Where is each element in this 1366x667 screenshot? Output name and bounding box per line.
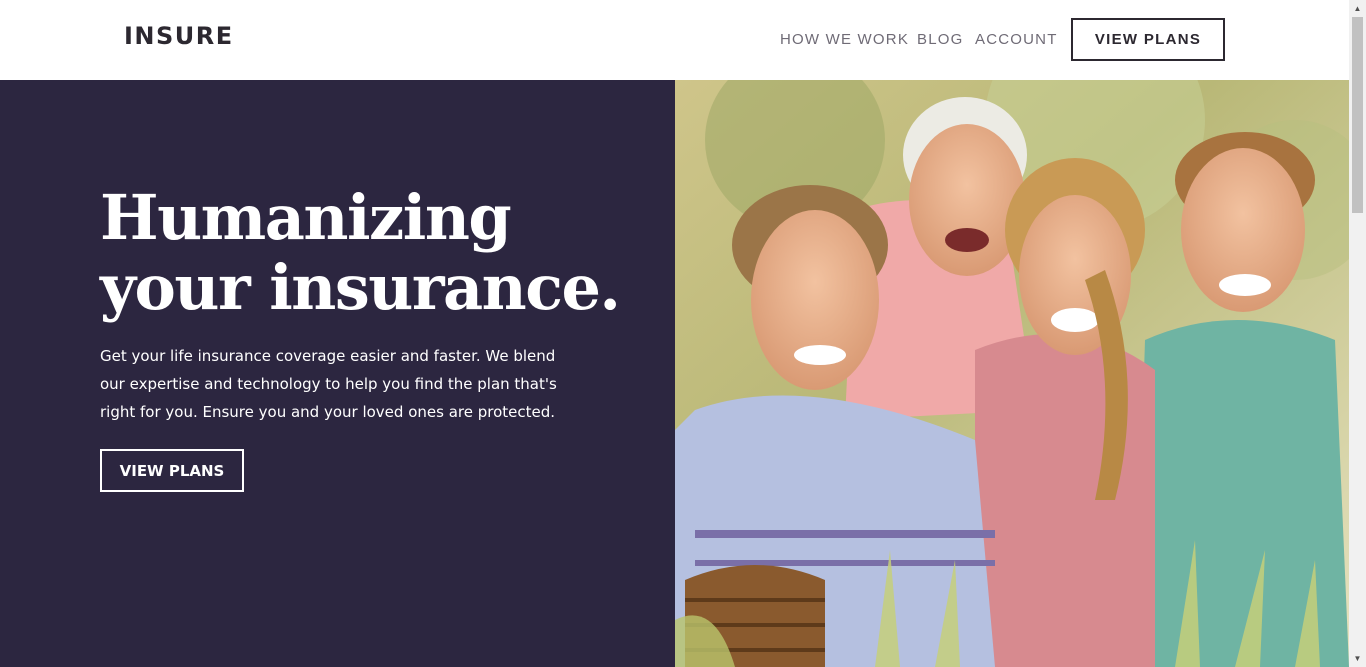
nav-account[interactable]: ACCOUNT	[975, 31, 1058, 48]
scroll-up-icon[interactable]: ▲	[1349, 0, 1366, 17]
scrollbar[interactable]: ▲ ▼	[1349, 0, 1366, 667]
site-header: INSURE HOW WE WORK BLOG ACCOUNT VIEW PLA…	[0, 0, 1349, 80]
hero-title: Humanizing your insurance.	[100, 181, 621, 324]
nav-how-we-work[interactable]: HOW WE WORK	[780, 31, 909, 48]
family-photo	[675, 80, 1349, 667]
nav-blog[interactable]: BLOG	[917, 31, 963, 48]
hero-panel: Humanizing your insurance. Get your life…	[0, 80, 675, 667]
scroll-thumb[interactable]	[1352, 17, 1363, 213]
hero-description: Get your life insurance coverage easier …	[100, 347, 557, 421]
hero-view-plans-button[interactable]: VIEW PLANS	[100, 449, 244, 492]
scroll-down-icon[interactable]: ▼	[1349, 650, 1366, 667]
header-view-plans-button[interactable]: VIEW PLANS	[1071, 18, 1225, 61]
hero-title-line1: Humanizing	[100, 181, 512, 254]
hero-title-line2: your insurance.	[100, 251, 621, 324]
logo[interactable]: INSURE	[124, 22, 234, 50]
